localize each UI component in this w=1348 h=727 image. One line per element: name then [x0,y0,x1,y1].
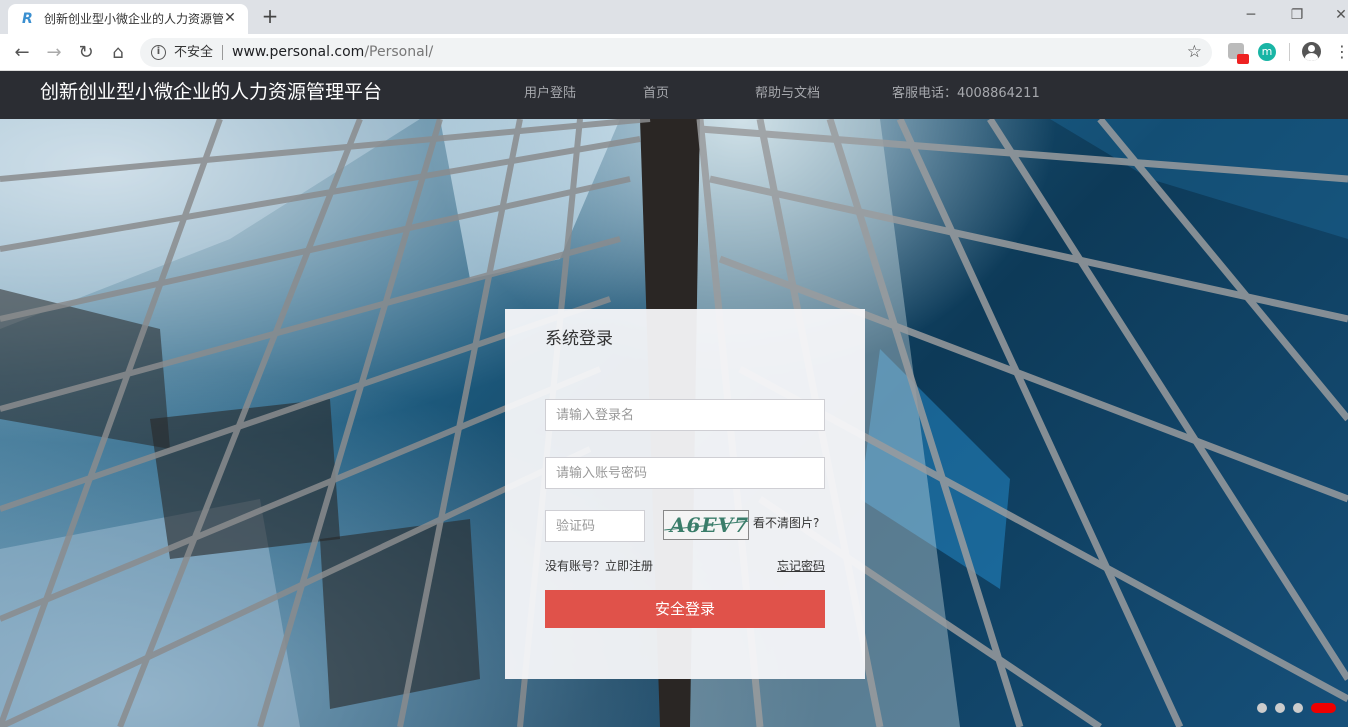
username-input[interactable] [545,399,825,431]
home-icon[interactable]: ⌂ [106,41,130,65]
browser-toolbar: ← → ↻ ⌂ i 不安全 www.personal.com/Personal/… [0,34,1348,71]
bookmark-star-icon[interactable]: ☆ [1187,42,1202,62]
password-input[interactable] [545,457,825,489]
login-title: 系统登录 [545,329,613,349]
nav-home[interactable]: 首页 [643,85,669,103]
site-header: 创新创业型小微企业的人力资源管理平台 用户登陆 首页 帮助与文档 客服电话：40… [0,71,1348,119]
url-text[interactable]: www.personal.com/Personal/ [232,43,433,62]
security-label: 不安全 [174,45,214,60]
url-path: /Personal/ [364,44,434,60]
carousel-dot-2[interactable] [1275,703,1285,713]
carousel-dot-3[interactable] [1293,703,1303,713]
site-title: 创新创业型小微企业的人力资源管理平台 [40,81,383,103]
captcha-refresh-link[interactable]: 看不清图片? [753,515,819,531]
browser-menu-icon[interactable]: ⋮ [1334,42,1348,62]
service-hotline: 客服电话：4008864211 [892,86,1040,101]
secure-login-button[interactable]: 安全登录 [545,590,825,628]
carousel-dot-1[interactable] [1257,703,1267,713]
tab-title: 创新创业型小微企业的人力资源管 [44,12,224,26]
extension-m-icon[interactable]: m [1258,43,1276,61]
back-arrow-icon[interactable]: ← [10,41,34,65]
login-panel: 系统登录 A6EV7 看不清图片? 没有账号？立即注册 忘记密码 安全登录 [505,309,865,679]
captcha-input[interactable] [545,510,645,542]
site-favicon-icon: R [22,11,33,27]
new-tab-icon[interactable]: + [260,6,280,26]
captcha-image[interactable]: A6EV7 [663,510,749,540]
browser-tab[interactable]: R 创新创业型小微企业的人力资源管 ✕ [8,4,248,34]
info-icon[interactable]: i [151,45,166,60]
restore-icon[interactable]: ❐ [1282,4,1312,26]
extension-badge-icon [1237,54,1249,64]
window-close-icon[interactable]: ✕ [1326,4,1348,26]
profile-avatar-icon[interactable] [1302,42,1321,61]
close-tab-icon[interactable]: ✕ [222,10,238,26]
browser-tab-bar: R 创新创业型小微企业的人力资源管 ✕ + ─ ❐ ✕ [0,0,1348,34]
nav-user-login[interactable]: 用户登陆 [524,85,576,103]
forgot-password-link[interactable]: 忘记密码 [777,558,825,574]
register-link[interactable]: 没有账号？立即注册 [545,558,653,574]
carousel-dot-4-active[interactable] [1311,703,1336,713]
address-bar[interactable]: i 不安全 www.personal.com/Personal/ ☆ [140,38,1212,67]
toolbar-divider [1289,43,1290,61]
forward-arrow-icon[interactable]: → [42,41,66,65]
reload-icon[interactable]: ↻ [74,41,98,65]
url-host: www.personal.com [232,44,365,60]
address-separator [222,45,223,60]
nav-help-docs[interactable]: 帮助与文档 [755,85,820,103]
minimize-icon[interactable]: ─ [1236,4,1266,26]
